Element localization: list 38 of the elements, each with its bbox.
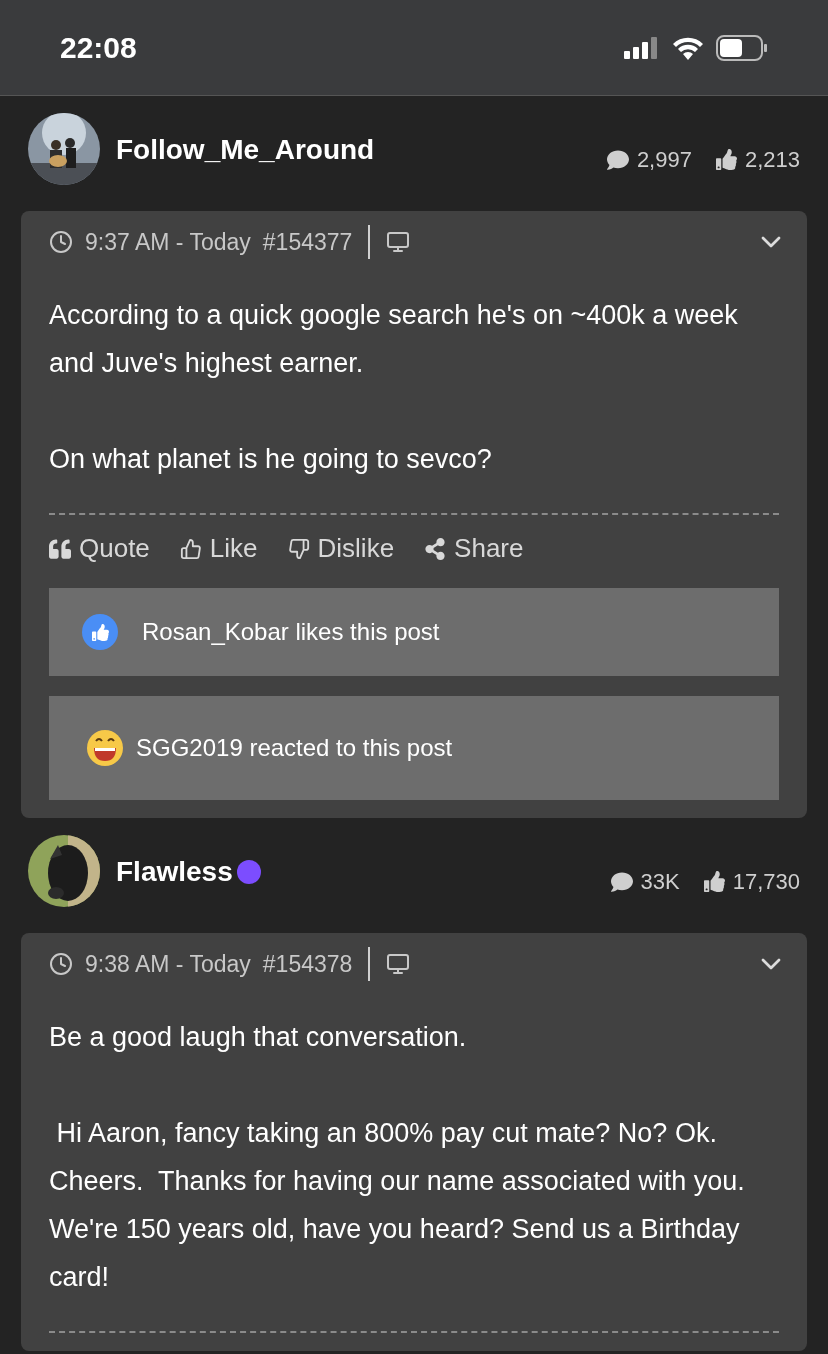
- clock-icon: [49, 952, 73, 976]
- battery-icon: [716, 34, 768, 61]
- thumbs-up-icon: [82, 614, 118, 650]
- reaction-text: SGG2019 reacted to this post: [136, 733, 453, 763]
- post-time: 9:38 AM - Today: [85, 949, 251, 979]
- wifi-icon: [672, 35, 704, 60]
- quote-button[interactable]: Quote: [49, 529, 150, 568]
- signal-icon: [624, 36, 660, 59]
- dislike-button[interactable]: Dislike: [287, 529, 395, 568]
- comment-count: 33K: [640, 868, 680, 896]
- post-number: #154378: [262, 949, 353, 979]
- like-button[interactable]: Like: [179, 529, 258, 568]
- clock-icon: [49, 230, 73, 254]
- thumbs-down-icon: [287, 537, 310, 560]
- comment-icon: [606, 148, 629, 171]
- share-button[interactable]: Share: [424, 529, 524, 568]
- post-number: #154377: [262, 227, 353, 257]
- comment-icon: [610, 870, 633, 893]
- monitor-icon: [386, 230, 411, 254]
- username[interactable]: Follow_Me_Around: [116, 129, 375, 171]
- share-icon: [424, 537, 447, 560]
- like-count: 2,213: [744, 146, 800, 174]
- reaction-text: Rosan_Kobar likes this post: [142, 617, 440, 647]
- thumbs-up-icon: [179, 537, 202, 560]
- post-text: According to a quick google search he's on ~400k a week and Juve's highest earner.: [49, 299, 739, 380]
- clock-time: 22:08: [60, 30, 137, 66]
- post-time: 9:37 AM - Today: [85, 227, 251, 257]
- thumbs-up-icon: [715, 149, 737, 170]
- post-text: On what planet is he going to sevco?: [49, 443, 493, 476]
- laughing-face-icon: [86, 729, 124, 767]
- quote-icon: [49, 537, 71, 560]
- like-count: 17,730: [732, 868, 800, 896]
- post-text: Hi Aaron, fancy taking an 800% pay cut mate? No? Ok. Cheers. Thanks for having our name associated with you. We're 150 years old, have you heard? Send us a Birthday card!: [49, 1117, 746, 1294]
- comment-count: 2,997: [636, 146, 692, 174]
- thumbs-up-icon: [703, 871, 725, 892]
- monitor-icon: [386, 952, 411, 976]
- username[interactable]: Flawless: [116, 851, 233, 893]
- post-text: Be a good laugh that conversation.: [49, 1021, 468, 1054]
